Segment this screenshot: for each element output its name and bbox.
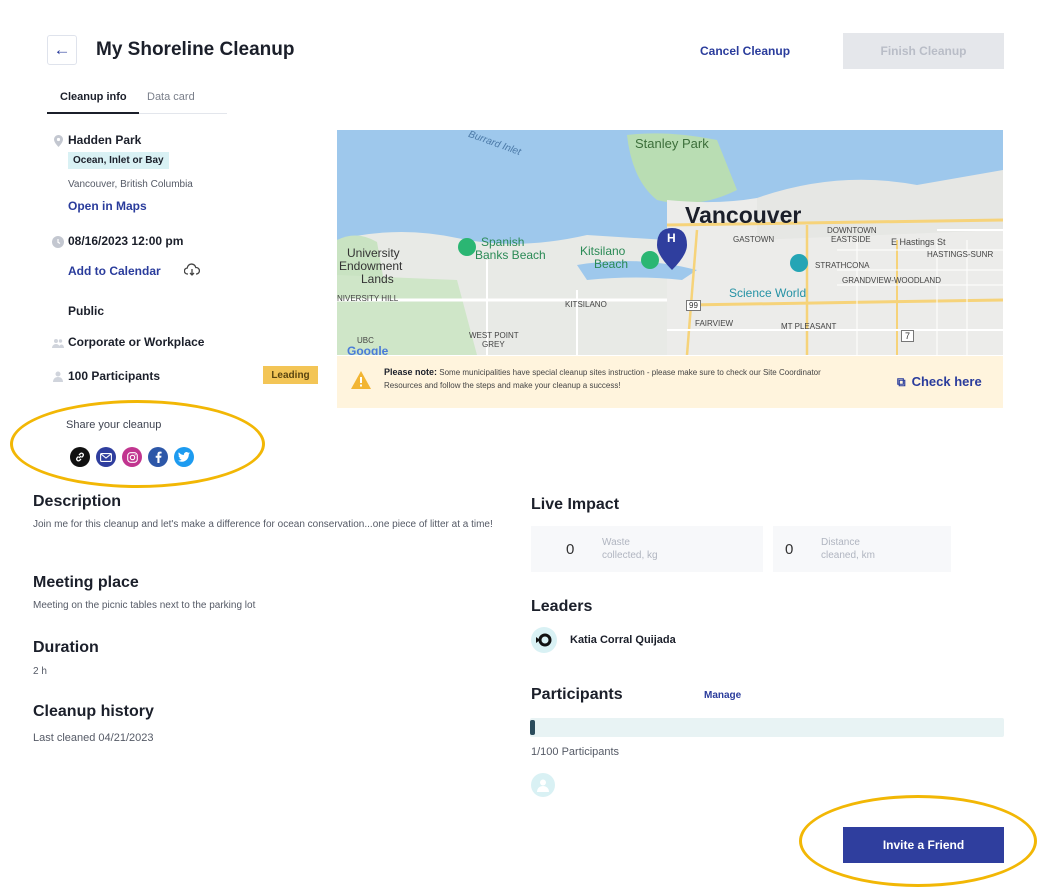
map-label: GREY <box>482 340 505 349</box>
map-label: FAIRVIEW <box>695 319 734 328</box>
external-link-icon: ⧉ <box>897 375 906 389</box>
map-label: EASTSIDE <box>831 235 871 244</box>
map-label: GASTOWN <box>733 235 775 244</box>
map-label: MT PLEASANT <box>781 322 837 331</box>
highway-99-shield: 99 <box>686 300 701 311</box>
participant-avatar <box>531 773 555 797</box>
distance-cleaned-card: 0 Distance cleaned, km <box>773 526 951 572</box>
map-label: E Hastings St <box>891 237 946 247</box>
open-in-maps-link[interactable]: Open in Maps <box>68 199 147 213</box>
notice-text: Please note: Some municipalities have sp… <box>384 366 854 392</box>
leader-name: Katia Corral Quijada <box>570 634 676 646</box>
cancel-cleanup-button[interactable]: Cancel Cleanup <box>700 44 790 58</box>
page-title: My Shoreline Cleanup <box>96 39 295 60</box>
check-here-link[interactable]: ⧉ Check here <box>897 374 982 390</box>
location-type-badge: Ocean, Inlet or Bay <box>68 152 169 169</box>
highway-7-shield: 7 <box>901 330 915 342</box>
map-label: KITSILANO <box>565 300 607 309</box>
participants-progress-bar <box>530 718 1004 737</box>
meeting-place-title: Meeting place <box>33 574 139 591</box>
map-label: Spanish <box>481 235 525 249</box>
live-impact-title: Live Impact <box>531 496 620 513</box>
description-text: Join me for this cleanup and let's make … <box>33 519 493 530</box>
arrow-left-icon: ← <box>53 40 71 59</box>
map-label: Lands <box>361 272 394 286</box>
group-type: Corporate or Workplace <box>68 335 205 349</box>
participants-icon <box>52 370 64 382</box>
group-icon <box>52 337 64 349</box>
participants-progress-fill <box>530 720 535 735</box>
notice-bold: Please note: <box>384 367 438 377</box>
leaders-title: Leaders <box>531 598 593 615</box>
waste-collected-card: 0 Waste collected, kg <box>531 526 763 572</box>
map-label: NIVERSITY HILL <box>337 294 399 303</box>
participants-count-text: 1/100 Participants <box>531 746 620 758</box>
participants-count: 100 Participants <box>68 369 161 383</box>
notice-banner: Please note: Some municipalities have sp… <box>337 356 1003 408</box>
map-label: Beach <box>594 257 629 271</box>
location-pin-icon <box>52 135 64 147</box>
meeting-place-text: Meeting on the picnic tables next to the… <box>33 600 256 611</box>
map-label: University <box>347 246 400 260</box>
cloud-download-icon[interactable] <box>183 263 201 282</box>
distance-value: 0 <box>785 540 794 558</box>
share-highlight-ellipse <box>10 400 265 488</box>
description-title: Description <box>33 493 122 510</box>
map-label: Banks Beach <box>475 248 546 262</box>
duration-text: 2 h <box>33 666 47 677</box>
participants-title: Participants <box>531 686 623 703</box>
map-label: Kitsilano <box>580 244 626 258</box>
map-label: Endowment <box>339 259 403 273</box>
location-name: Hadden Park <box>68 133 142 147</box>
leader-avatar <box>531 627 557 653</box>
clock-icon <box>52 236 64 248</box>
leading-badge: Leading <box>263 366 318 384</box>
duration-title: Duration <box>33 639 99 656</box>
cleanup-history-text: Last cleaned 04/21/2023 <box>33 732 154 744</box>
waste-value: 0 <box>566 540 575 558</box>
map-label: Stanley Park <box>635 136 709 151</box>
location-city: Vancouver, British Columbia <box>68 179 193 190</box>
finish-cleanup-button[interactable]: Finish Cleanup <box>843 33 1004 69</box>
cleanup-history-title: Cleanup history <box>33 703 154 720</box>
google-logo: Google <box>347 344 389 355</box>
notice-body: Some municipalities have special cleanup… <box>384 368 821 390</box>
map-label: Science World <box>729 286 807 300</box>
map-label: WEST POINT <box>469 331 519 340</box>
map-label: Vancouver <box>685 202 802 228</box>
tab-data-card[interactable]: Data card <box>147 91 195 103</box>
map-marker-label[interactable]: H <box>667 231 676 245</box>
add-to-calendar-link[interactable]: Add to Calendar <box>68 264 161 278</box>
cleanup-datetime: 08/16/2023 12:00 pm <box>68 234 184 248</box>
map-label: DOWNTOWN <box>827 226 877 235</box>
distance-label: Distance cleaned, km <box>821 537 875 561</box>
invite-highlight-ellipse <box>799 795 1037 887</box>
map-label: HASTINGS-SUNR <box>927 250 994 259</box>
map-label: GRANDVIEW-WOODLAND <box>842 276 941 285</box>
waste-label: Waste collected, kg <box>602 537 658 561</box>
manage-participants-link[interactable]: Manage <box>704 690 741 701</box>
tab-cleanup-info[interactable]: Cleanup info <box>60 91 127 103</box>
active-tab-indicator <box>47 112 139 114</box>
warning-icon <box>351 371 371 394</box>
map-view[interactable]: Stanley Park Burrard Inlet Vancouver Uni… <box>337 130 1003 355</box>
back-button[interactable]: ← <box>47 35 77 65</box>
map-label: STRATHCONA <box>815 261 870 270</box>
visibility-label: Public <box>68 304 105 318</box>
